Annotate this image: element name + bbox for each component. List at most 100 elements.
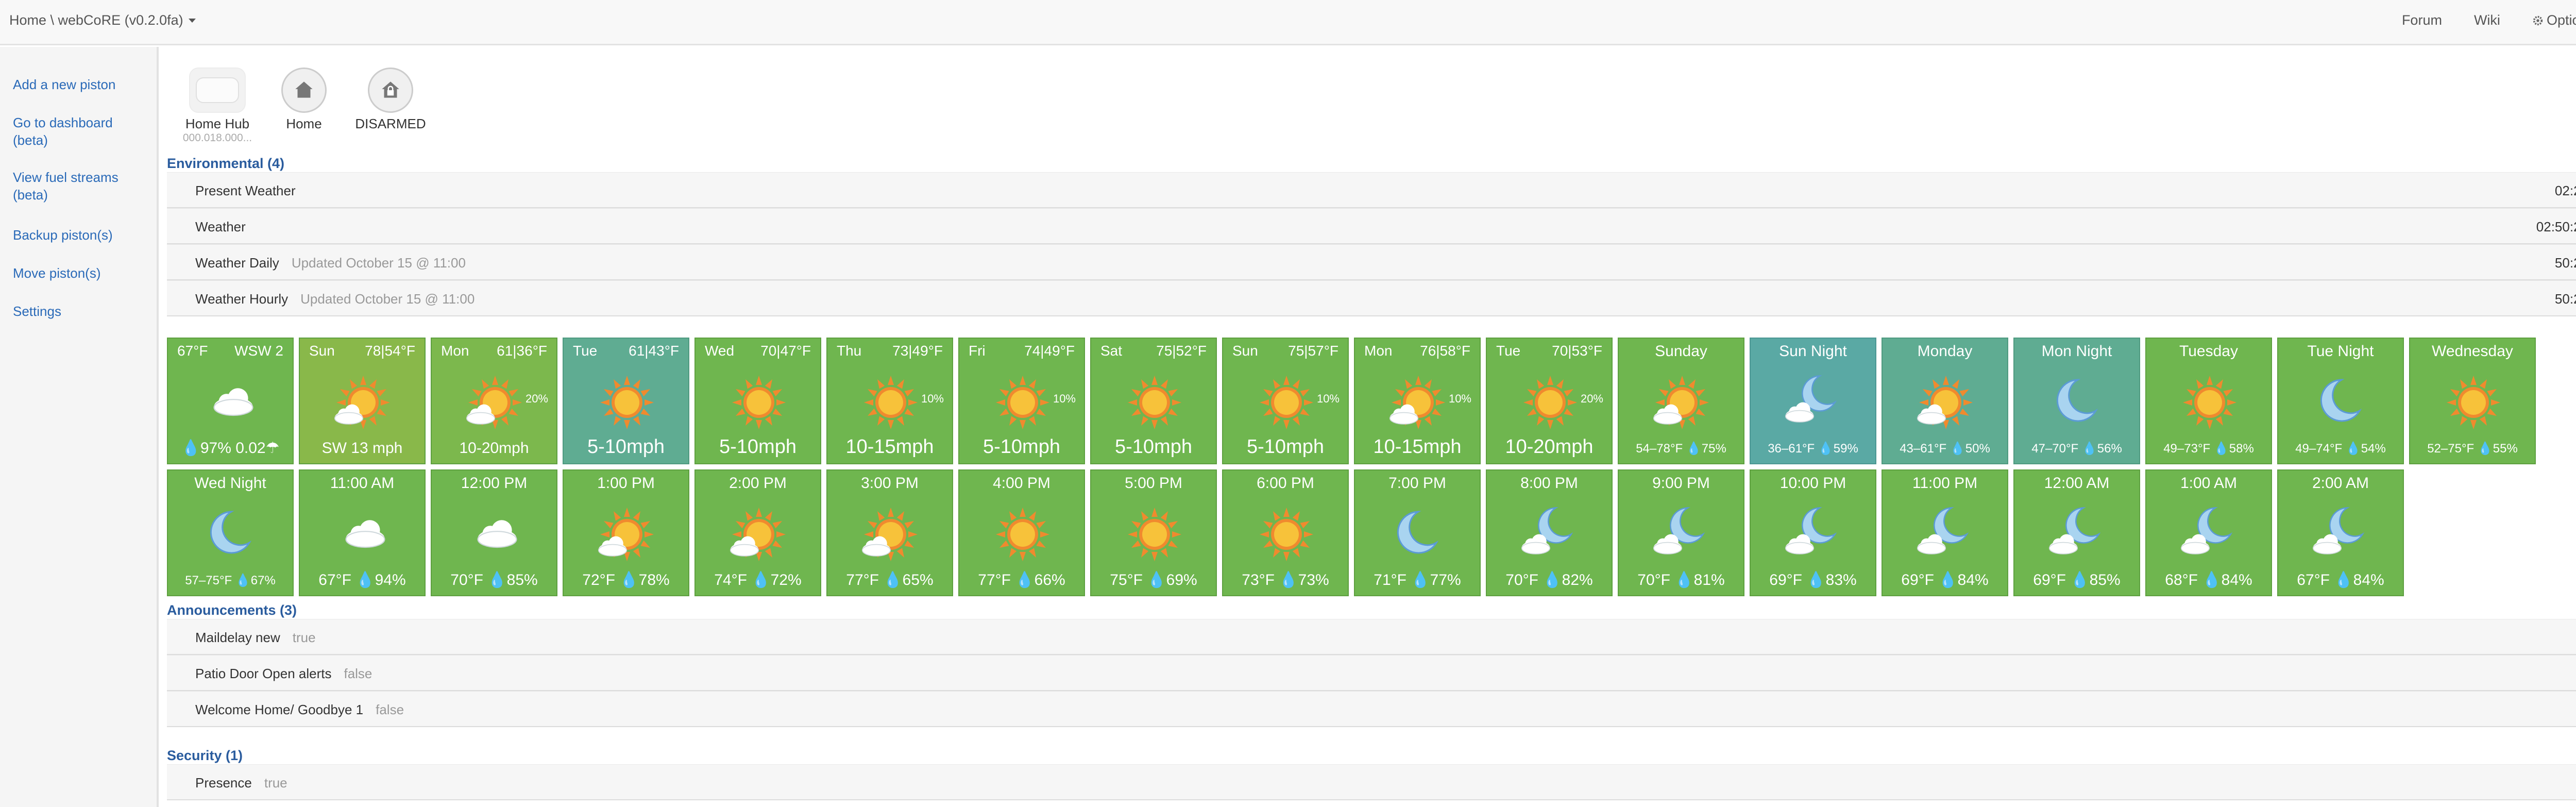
piston-name[interactable]: Patio Door Open alerts false <box>195 666 372 682</box>
tile-title: 11:00 PM <box>1912 475 1978 492</box>
security-title[interactable]: Security (1) <box>167 748 243 764</box>
piston-name[interactable]: Weather Hourly Updated October 15 @ 11:00 <box>195 291 474 307</box>
tile-title: Wed Night <box>194 475 266 492</box>
piston-time: 02:23 <box>2554 183 2576 198</box>
weather-tile: Thu 73|49°F 10% 10-15mph <box>826 338 953 464</box>
wiki-link[interactable]: Wiki <box>2474 12 2500 28</box>
piston-row[interactable]: Patio Door Open alertsfalse ⋮ <box>167 655 2576 691</box>
sidebar: Add a new piston Go to dashboard (beta) … <box>0 47 159 807</box>
sidebar-item-dashboard[interactable]: Go to dashboard (beta) <box>13 114 147 149</box>
tile-temp: 61|43°F <box>629 343 679 359</box>
piston-name[interactable]: Present Weather <box>195 183 296 199</box>
piston-name[interactable]: Weather <box>195 219 246 235</box>
tile-footer: 69°F 💧85% <box>2033 571 2121 589</box>
tile-title: 7:00 PM <box>1388 475 1446 492</box>
tile-day: 67°F <box>177 343 208 359</box>
piston-row[interactable]: Presencetrue ⋮ <box>167 764 2576 800</box>
moon-cloud-icon <box>1917 507 1969 554</box>
tile-footer: 77°F 💧65% <box>846 571 934 589</box>
security-mode-tile[interactable]: DISARMED <box>344 68 437 132</box>
environmental-title[interactable]: Environmental (4) <box>167 156 284 172</box>
tile-temp: 75|57°F <box>1288 343 1338 359</box>
forum-link[interactable]: Forum <box>2402 12 2442 28</box>
piston-row[interactable]: Weather Hourly Updated October 15 @ 11:00… <box>167 280 2576 316</box>
tile-footer: 5-10mph <box>1115 436 1192 458</box>
weather-tile: Fri 74|49°F 10% 5-10mph <box>958 338 1085 464</box>
weather-tile: 11:00 AM 67°F 💧94% <box>299 469 426 596</box>
tile-footer: 70°F 💧85% <box>450 571 538 589</box>
chevron-down-icon[interactable] <box>188 18 196 23</box>
sun-icon <box>600 376 654 429</box>
breadcrumb-label[interactable]: Home \ webCoRE (v0.2.0fa) <box>9 12 183 28</box>
tile-title: 6:00 PM <box>1257 475 1314 492</box>
piston-note: false <box>344 666 372 681</box>
options-label[interactable]: Options <box>2547 12 2576 28</box>
cloud-icon <box>345 520 385 548</box>
hub-label: Home Hub <box>185 116 250 131</box>
tile-temp: WSW 2 <box>234 343 283 359</box>
tile-day: Sun <box>1232 343 1258 359</box>
piston-name[interactable]: Welcome Home/ Goodbye 1 false <box>195 702 404 718</box>
moon-cloud-icon <box>1521 507 1573 554</box>
weather-tile: Wed Night 57–75°F 💧67% <box>167 469 294 596</box>
sidebar-item-fuel-streams[interactable]: View fuel streams (beta) <box>13 169 147 204</box>
top-navbar: Home \ webCoRE (v0.2.0fa) Forum Wiki Opt… <box>0 0 2576 45</box>
tile-footer: 49–74°F 💧54% <box>2295 442 2386 456</box>
moon-icon <box>1397 511 1439 554</box>
sidebar-item-backup[interactable]: Backup piston(s) <box>13 226 147 244</box>
options-menu[interactable]: Options <box>2532 12 2576 28</box>
piston-row[interactable]: Weather Daily Updated October 15 @ 11:00 … <box>167 244 2576 280</box>
moon-icon <box>2056 379 2098 422</box>
sun-cloud-icon <box>466 376 522 429</box>
announcements-title[interactable]: Announcements (3) <box>167 602 297 618</box>
tile-header: Fri 74|49°F <box>959 343 1084 359</box>
tile-temp: 75|52°F <box>1156 343 1207 359</box>
weather-tile: 10:00 PM 69°F 💧83% <box>1750 469 1876 596</box>
hub-tile[interactable]: Home Hub 000.018.000... <box>171 68 264 144</box>
weather-tile: Tuesday 49–73°F 💧58% <box>2145 338 2272 464</box>
tile-footer: 5-10mph <box>587 436 665 458</box>
sun-icon <box>1260 376 1313 429</box>
piston-row[interactable]: Welcome Home/ Goodbye 1false ⋮ <box>167 691 2576 727</box>
sidebar-item-settings[interactable]: Settings <box>13 302 147 320</box>
weather-tile: 6:00 PM 73°F 💧73% <box>1222 469 1349 596</box>
moon-cloud-icon <box>2049 507 2101 554</box>
tile-title: 8:00 PM <box>1520 475 1578 492</box>
tile-title: 12:00 PM <box>461 475 528 492</box>
tile-header: Sun 78|54°F <box>300 343 425 359</box>
sidebar-item-move[interactable]: Move piston(s) <box>13 264 147 282</box>
moon-cloud-icon <box>2313 507 2365 554</box>
weather-tile: 2:00 PM 74°F 💧72% <box>694 469 821 596</box>
tile-footer: 67°F 💧94% <box>318 571 406 589</box>
tile-precip: 10% <box>1448 392 1471 405</box>
tile-day: Sat <box>1100 343 1123 359</box>
sun-icon <box>2447 376 2500 429</box>
tile-day: Sun <box>309 343 335 359</box>
tile-precip: 20% <box>1580 392 1603 405</box>
breadcrumb[interactable]: Home \ webCoRE (v0.2.0fa) <box>9 12 196 28</box>
piston-note: Updated October 15 @ 11:00 <box>291 255 466 271</box>
weather-tile: Mon 76|58°F 10% 10-15mph <box>1354 338 1481 464</box>
piston-row[interactable]: Weather 02:50:21 ⋮ <box>167 208 2576 244</box>
piston-row[interactable]: Maildelay newtrue ⋮ <box>167 619 2576 655</box>
sidebar-item-add-piston[interactable]: Add a new piston <box>13 76 147 93</box>
tile-day: Fri <box>969 343 986 359</box>
weather-tile: Sun Night 36–61°F 💧59% <box>1750 338 1876 464</box>
tile-footer: 67°F 💧84% <box>2297 571 2384 589</box>
weather-tile: Mon 61|36°F 20% 10-20mph <box>431 338 557 464</box>
piston-row[interactable]: Present Weather 02:23 ⋮ <box>167 172 2576 208</box>
tile-footer: 10-15mph <box>1373 436 1462 458</box>
piston-name[interactable]: Maildelay new true <box>195 630 316 646</box>
tile-title: 11:00 AM <box>330 475 395 492</box>
piston-name[interactable]: Presence true <box>195 775 287 791</box>
home-icon <box>281 68 327 113</box>
sun-cloud-icon <box>862 508 918 561</box>
sun-icon <box>1523 376 1577 429</box>
piston-name[interactable]: Weather Daily Updated October 15 @ 11:00 <box>195 255 466 271</box>
tile-temp: 74|49°F <box>1024 343 1075 359</box>
moon-cloud-icon <box>1653 507 1705 554</box>
tile-day: Tue <box>1496 343 1521 359</box>
location-home-tile[interactable]: Home <box>258 68 350 132</box>
sun-icon <box>996 376 1049 429</box>
tile-title: 2:00 PM <box>729 475 787 492</box>
